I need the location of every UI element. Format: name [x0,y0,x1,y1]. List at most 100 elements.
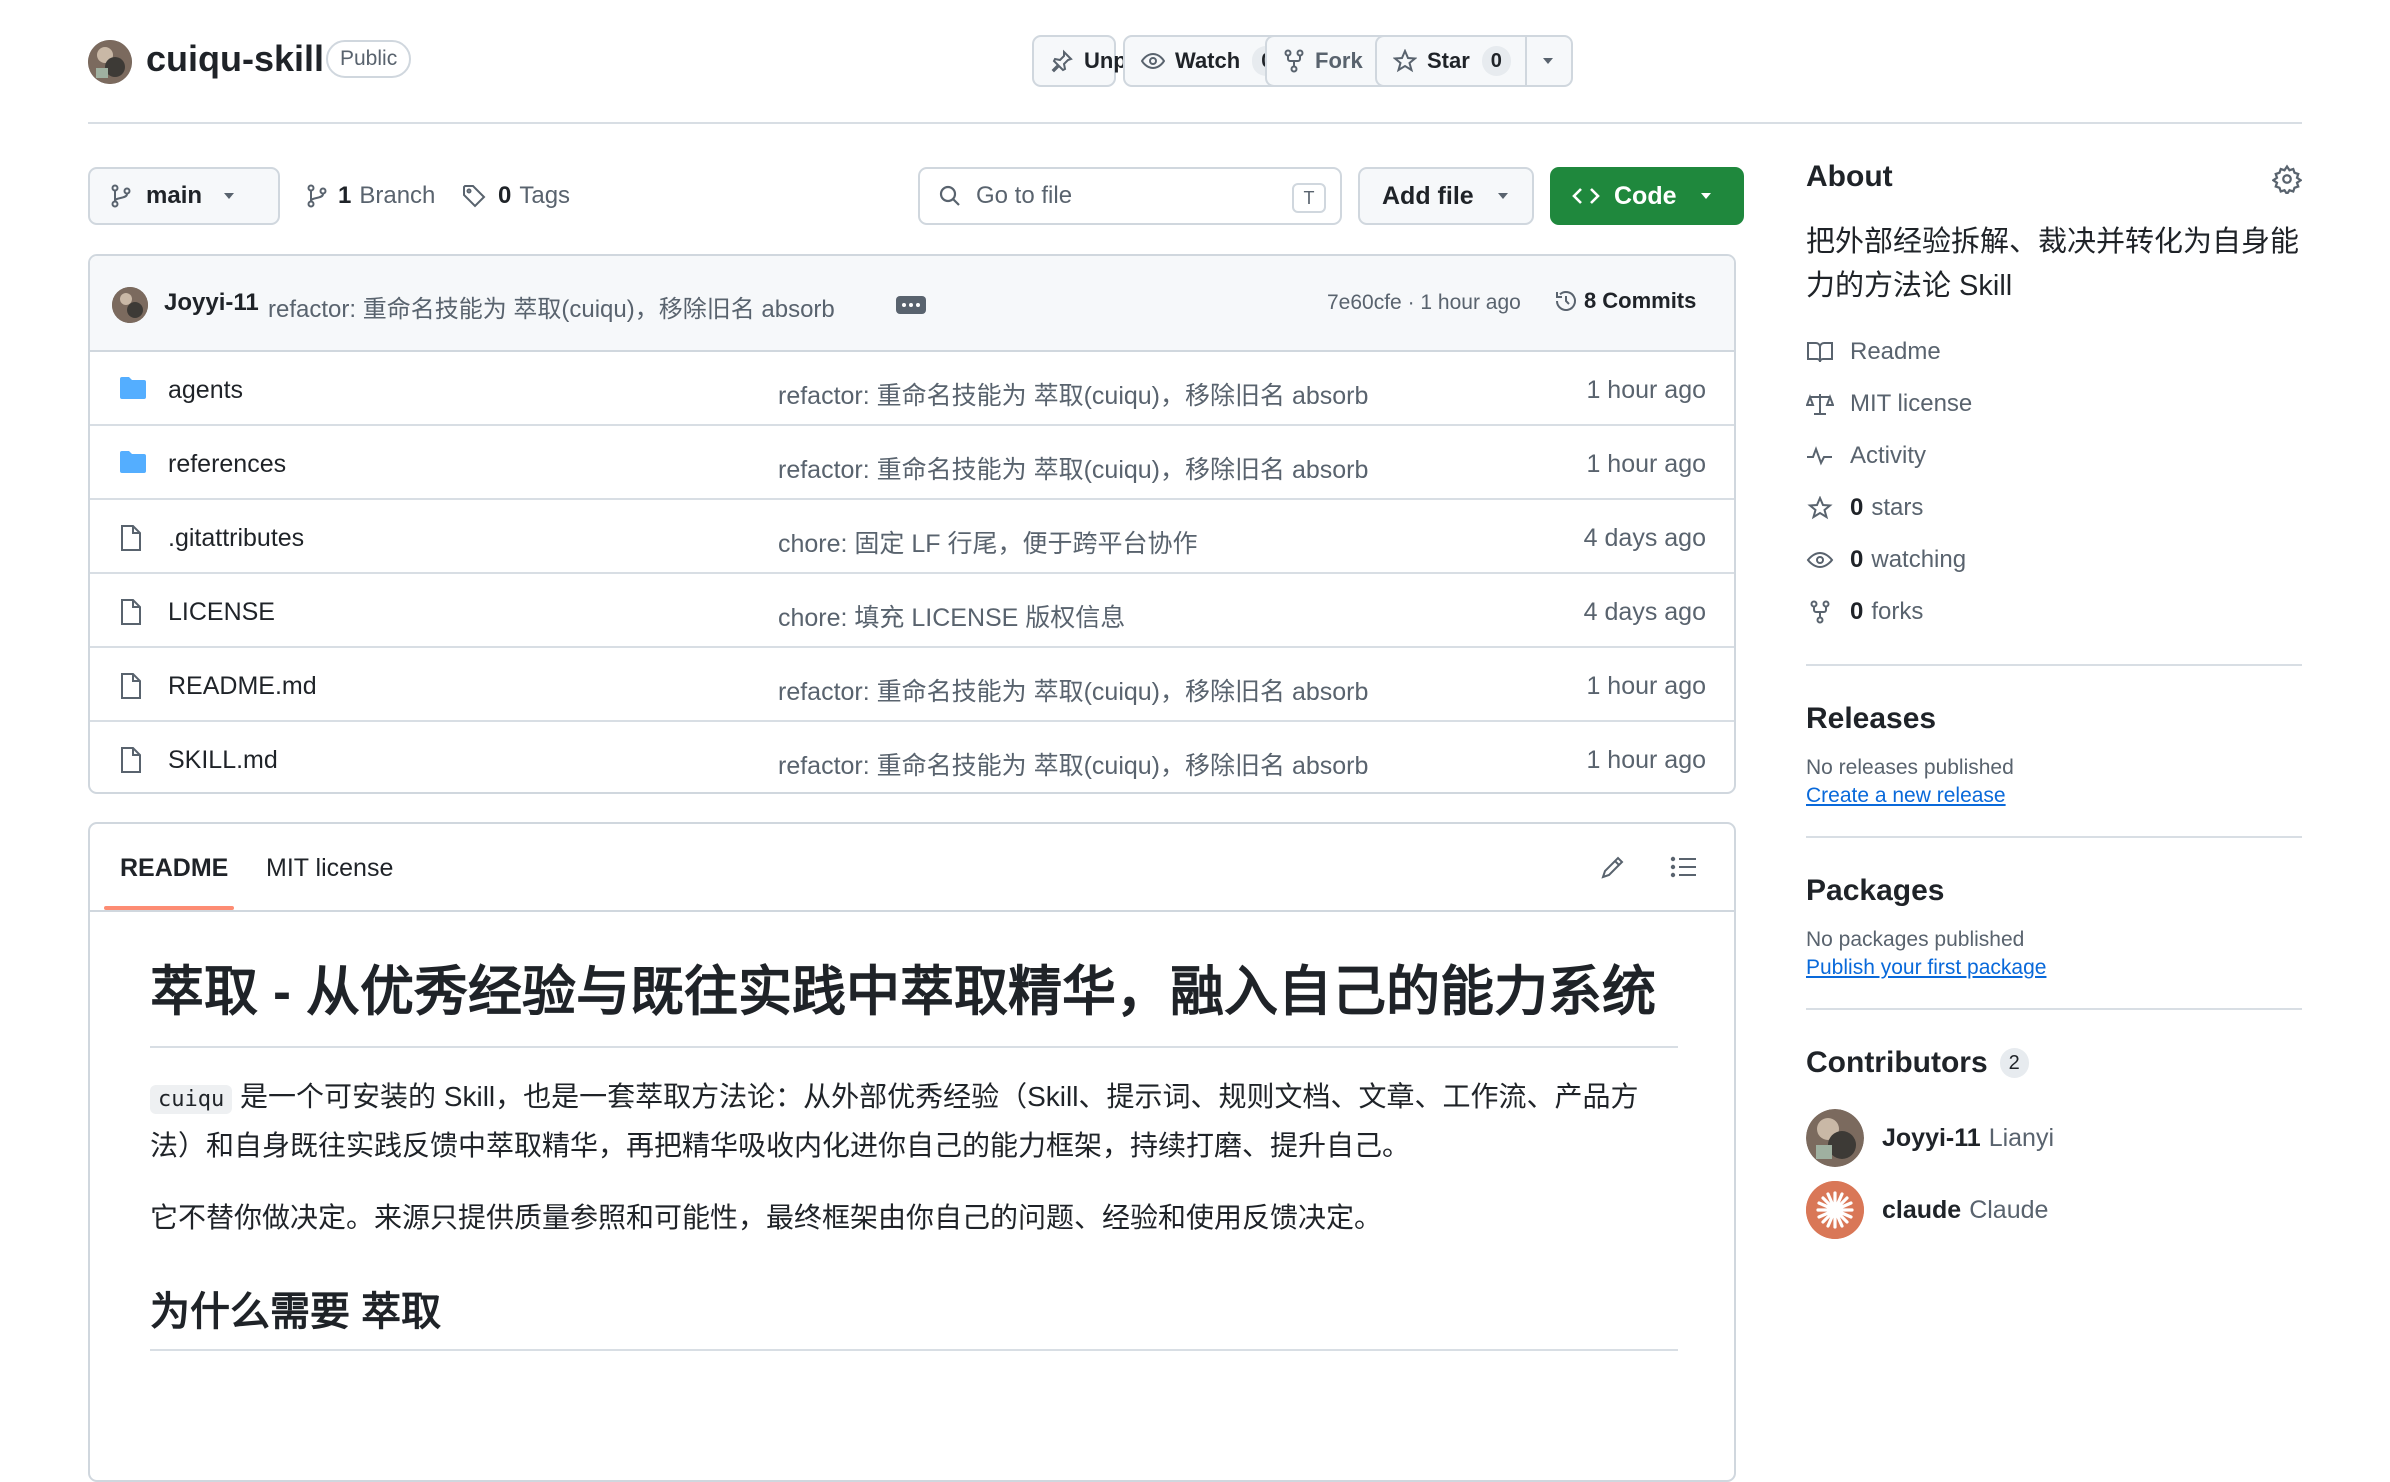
go-to-file-input[interactable]: Go to file T [918,167,1342,225]
forks-count: 0 [1850,598,1864,625]
about-title: About [1806,160,1893,193]
unpin-button[interactable]: Unpin [1032,35,1146,87]
git-branch-icon [306,183,328,209]
contributors-title[interactable]: Contributors 2 [1806,1046,2302,1080]
file-name[interactable]: references [168,450,286,479]
add-file-button[interactable]: Add file [1358,167,1534,225]
star-button[interactable]: Star 0 [1375,35,1573,87]
contributor-login: Joyyi-11 [1882,1123,1981,1152]
create-release-link[interactable]: Create a new release [1806,784,2006,808]
tags-label: Tags [519,182,571,209]
file-commit-message[interactable]: refactor: 重命名技能为 萃取(cuiqu)，移除旧名 absorb [778,672,1368,708]
tags-link[interactable]: 0 Tags [462,167,570,225]
file-commit-message[interactable]: chore: 填充 LICENSE 版权信息 [778,598,1125,634]
branches-link[interactable]: 1 Branch [306,167,435,225]
star-icon [1393,49,1417,73]
code-button[interactable]: Code [1550,167,1744,225]
about-description: 把外部经验拆解、裁决并转化为自身能力的方法论 Skill [1806,226,2300,302]
packages-title[interactable]: Packages [1806,874,2302,908]
file-name[interactable]: README.md [168,672,317,701]
tab-license[interactable]: MIT license [266,854,393,883]
table-row[interactable]: .gitattributes chore: 固定 LF 行尾，便于跨平台协作 4 d… [90,500,1734,574]
file-icon [118,746,144,774]
license-link-label: MIT license [1850,390,1973,417]
go-to-file-placeholder: Go to file [976,182,1073,209]
branches-label: Branch [359,182,436,209]
readme-heading: 萃取 - 从优秀经验与既往实践中萃取精华，融入自己的能力系统 [150,956,1678,1048]
folder-icon [118,450,148,474]
git-branch-icon [110,183,132,209]
ellipsis-icon[interactable] [896,296,926,314]
about-links: Readme MIT license Activity 0 stars 0 wa… [1806,326,2302,638]
claude-sparkle-icon [1806,1181,1864,1239]
file-age[interactable]: 4 days ago [1584,524,1706,553]
commit-author-avatar[interactable] [112,287,148,323]
table-row[interactable]: README.md refactor: 重命名技能为 萃取(cuiqu)，移除旧名… [90,648,1734,722]
branch-selector[interactable]: main [88,167,280,225]
releases-empty: No releases published [1806,756,2014,779]
caret-down-icon [1496,191,1510,201]
avatar[interactable] [1806,1181,1864,1239]
file-name[interactable]: agents [168,376,243,405]
table-row[interactable]: references refactor: 重命名技能为 萃取(cuiqu)，移除旧… [90,426,1734,500]
add-file-label: Add file [1382,181,1474,210]
sidebar-divider [1806,664,2302,666]
avatar[interactable] [1806,1109,1864,1167]
pencil-icon[interactable] [1600,854,1626,880]
forks-link[interactable]: 0 forks [1806,586,2302,638]
gear-icon[interactable] [2272,164,2302,194]
table-row[interactable]: SKILL.md refactor: 重命名技能为 萃取(cuiqu)，移除旧名 … [90,722,1734,792]
file-commit-message[interactable]: chore: 固定 LF 行尾，便于跨平台协作 [778,524,1198,560]
file-icon [118,672,144,700]
file-name[interactable]: LICENSE [168,598,275,627]
commit-hash-time[interactable]: 7e60cfe · 1 hour ago [1327,291,1521,315]
file-commit-message[interactable]: refactor: 重命名技能为 萃取(cuiqu)，移除旧名 absorb [778,376,1368,412]
file-age[interactable]: 1 hour ago [1586,746,1706,775]
book-icon [1807,342,1833,363]
file-table: Joyyi-11 refactor: 重命名技能为 萃取(cuiqu)，移除旧名… [88,254,1736,794]
file-age[interactable]: 4 days ago [1584,598,1706,627]
contributor-item[interactable]: claude Claude [1806,1174,2302,1246]
stars-count: 0 [1850,494,1864,521]
publish-package-link[interactable]: Publish your first package [1806,956,2046,980]
activity-link-label: Activity [1850,442,1927,469]
readme-body: 萃取 - 从优秀经验与既往实践中萃取精华，融入自己的能力系统 cuiqu 是一个… [150,956,1678,1351]
file-age[interactable]: 1 hour ago [1586,672,1706,701]
repo-header: cuiqu-skill Public Unpin Watch 0 Fork 0 … [88,0,2302,124]
license-link[interactable]: MIT license [1806,378,2302,430]
file-age[interactable]: 1 hour ago [1586,450,1706,479]
readme-link[interactable]: Readme [1806,326,2302,378]
owner-avatar[interactable] [88,40,132,84]
file-commit-message[interactable]: refactor: 重命名技能为 萃取(cuiqu)，移除旧名 absorb [778,746,1368,782]
releases-title[interactable]: Releases [1806,702,2302,736]
file-commit-message[interactable]: refactor: 重命名技能为 萃取(cuiqu)，移除旧名 absorb [778,450,1368,486]
table-row[interactable]: LICENSE chore: 填充 LICENSE 版权信息 4 days ago [90,574,1734,648]
watching-label: watching [1871,546,1967,573]
sidebar-divider [1806,1008,2302,1010]
outline-list-icon[interactable] [1670,854,1698,880]
file-name[interactable]: SKILL.md [168,746,278,775]
file-name[interactable]: .gitattributes [168,524,304,553]
code-icon [1572,185,1600,207]
table-row[interactable]: agents refactor: 重命名技能为 萃取(cuiqu)，移除旧名 ab… [90,352,1734,426]
commit-message[interactable]: refactor: 重命名技能为 萃取(cuiqu)，移除旧名 absorb [268,289,835,324]
readme-paragraph-1: cuiqu 是一个可安装的 Skill，也是一套萃取方法论：从外部优秀经验（Sk… [150,1074,1678,1169]
star-dropdown[interactable] [1524,37,1569,85]
contributors-count: 2 [1999,1048,2029,1078]
shortcut-key: T [1292,183,1326,213]
eye-icon [1141,49,1165,73]
tab-readme[interactable]: README [120,854,228,883]
stars-link[interactable]: 0 stars [1806,482,2302,534]
commits-link[interactable]: 8 Commits [1554,288,1696,314]
repo-name[interactable]: cuiqu-skill [146,38,324,80]
watching-link[interactable]: 0 watching [1806,534,2302,586]
sidebar-divider [1806,836,2302,838]
tags-count: 0 [498,182,512,209]
commit-author[interactable]: Joyyi-11 [164,289,259,317]
contributor-item[interactable]: Joyyi-11 Lianyi [1806,1102,2302,1174]
file-age[interactable]: 1 hour ago [1586,376,1706,405]
star-label: Star [1427,48,1470,73]
branch-name: main [146,182,203,209]
activity-link[interactable]: Activity [1806,430,2302,482]
contributor-name: Lianyi [1988,1123,2055,1152]
